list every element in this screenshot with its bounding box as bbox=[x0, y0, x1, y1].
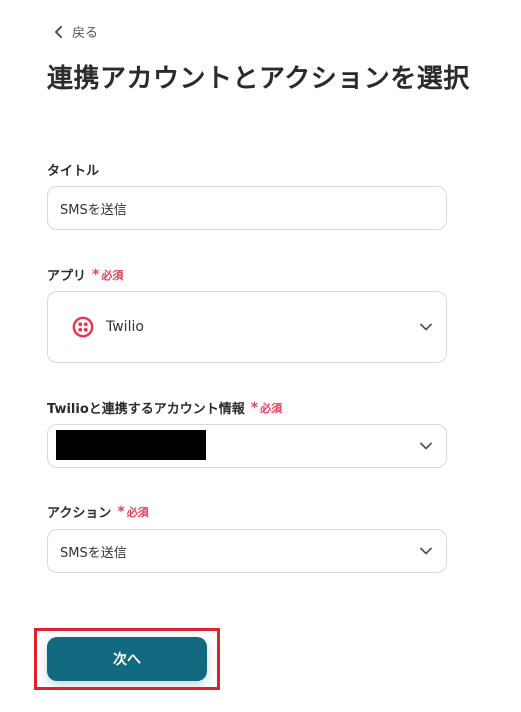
account-field-label-text: Twilioと連携するアカウント情報 bbox=[47, 402, 245, 417]
app-field-label-text: アプリ bbox=[47, 269, 87, 284]
app-select[interactable]: Twilio bbox=[47, 291, 447, 363]
title-input-value: SMSを送信 bbox=[60, 202, 127, 218]
chevron-left-icon bbox=[55, 25, 62, 38]
back-label: 戻る bbox=[72, 26, 99, 41]
title-input[interactable]: SMSを送信 bbox=[47, 186, 447, 230]
app-select-value: Twilio bbox=[106, 319, 144, 335]
required-asterisk-icon: * bbox=[92, 266, 100, 283]
action-select-value: SMSを送信 bbox=[60, 545, 127, 561]
required-badge: * 必須 bbox=[92, 267, 123, 283]
action-field-label: アクション * 必須 bbox=[47, 502, 149, 522]
required-text: 必須 bbox=[101, 268, 124, 282]
required-asterisk-icon: * bbox=[117, 503, 125, 520]
required-badge: * 必須 bbox=[117, 504, 148, 520]
account-field-label: Twilioと連携するアカウント情報 * 必須 bbox=[47, 398, 282, 418]
account-select[interactable] bbox=[47, 424, 447, 468]
next-button[interactable]: 次へ bbox=[47, 637, 207, 681]
action-select[interactable]: SMSを送信 bbox=[47, 529, 447, 573]
twilio-logo-icon bbox=[72, 316, 94, 338]
back-link[interactable]: 戻る bbox=[54, 22, 98, 41]
required-text: 必須 bbox=[260, 401, 283, 415]
chevron-down-icon bbox=[420, 547, 432, 555]
title-field-label-text: タイトル bbox=[47, 164, 100, 179]
title-field-label: タイトル bbox=[47, 160, 99, 179]
chevron-down-icon bbox=[420, 442, 432, 450]
chevron-down-icon bbox=[420, 323, 432, 331]
action-field-label-text: アクション bbox=[47, 506, 112, 521]
page-title: 連携アカウントとアクションを選択 bbox=[47, 64, 470, 94]
page: 戻る 連携アカウントとアクションを選択 タイトル SMSを送信 アプリ * 必須… bbox=[0, 0, 521, 712]
app-field-label: アプリ * 必須 bbox=[47, 265, 123, 285]
required-text: 必須 bbox=[126, 505, 149, 519]
redacted-account-value bbox=[56, 430, 206, 460]
required-asterisk-icon: * bbox=[250, 399, 259, 416]
required-badge: * 必須 bbox=[251, 400, 282, 416]
